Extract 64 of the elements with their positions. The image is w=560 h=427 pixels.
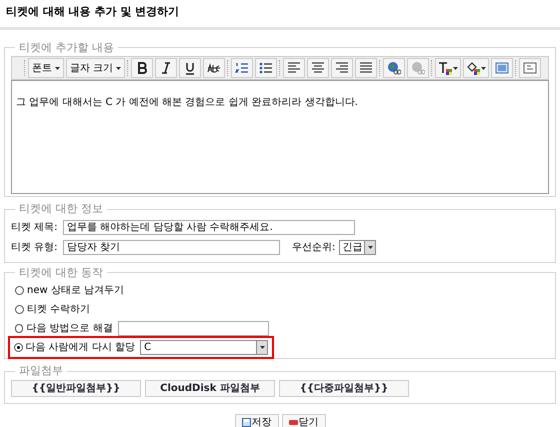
radio-button[interactable]: [15, 324, 24, 333]
toolbar-button[interactable]: [307, 58, 330, 78]
text-color-icon: [438, 61, 452, 75]
assignee-select[interactable]: C: [140, 340, 268, 355]
option-label: 티켓 수락하기: [27, 303, 90, 317]
section-legend: 파일첨부: [15, 363, 67, 380]
attach-button[interactable]: {{일반파일첨부}}: [11, 380, 141, 396]
toolbar-button[interactable]: [131, 58, 154, 78]
numbered-list-icon: [235, 61, 250, 75]
editor-body[interactable]: 그 업무에 대해서는 C 가 예전에 해본 경험으로 쉽게 완료하리라 생각합니다.: [11, 80, 549, 194]
caret-icon: [116, 66, 122, 70]
toolbar-button[interactable]: [179, 58, 202, 78]
radio-button[interactable]: [15, 286, 24, 295]
toolbar-button[interactable]: [331, 58, 354, 78]
source-icon: [523, 61, 538, 75]
radio-button[interactable]: [14, 343, 23, 352]
section-legend: 티켓에 대한 정보: [15, 201, 107, 218]
caret-icon: [481, 66, 486, 70]
radio-button[interactable]: [15, 305, 24, 314]
caret-icon: [368, 246, 373, 249]
resolution-input[interactable]: [118, 321, 269, 336]
toolbar-button[interactable]: [255, 58, 278, 78]
image-icon: [495, 61, 510, 75]
option-label: new 상태로 남겨두기: [27, 284, 124, 298]
option-label: 다음 방법으로 해결: [26, 322, 113, 336]
align-right-icon: [335, 61, 350, 75]
title-input[interactable]: 업무를 해야하는데 담당할 사람 수락해주세요.: [63, 220, 355, 235]
section-legend: 티켓에 대한 동작: [15, 264, 107, 281]
priority-select[interactable]: 긴급: [339, 240, 376, 255]
toolbar-button[interactable]: [435, 58, 462, 78]
close-button[interactable]: 닫기: [282, 414, 326, 427]
globe-unlink-icon: [411, 61, 426, 75]
option-label: 다음 사람에게 다시 할당: [26, 341, 136, 355]
attach-button[interactable]: {{다중파일첨부}}: [279, 380, 409, 396]
section-legend: 티켓에 추가할 내용: [15, 40, 118, 56]
title-label: 티켓 제목:: [11, 221, 59, 235]
caret-icon: [453, 66, 458, 70]
toolbar-dropdown[interactable]: 폰트: [28, 58, 64, 78]
globe-link-icon: [387, 61, 402, 75]
type-label: 티켓 유형:: [11, 241, 59, 255]
toolbar-button[interactable]: [383, 58, 406, 78]
toolbar-button[interactable]: [283, 58, 306, 78]
toolbar-button[interactable]: [463, 58, 490, 78]
toolbar-button[interactable]: [155, 58, 178, 78]
align-center-icon: [311, 61, 326, 75]
align-left-icon: [287, 61, 302, 75]
priority-label: 우선순위:: [292, 241, 336, 255]
fill-color-icon: [466, 61, 480, 75]
caret-icon: [55, 66, 60, 70]
bullet-list-icon: [259, 61, 274, 75]
bold-icon: [135, 61, 150, 75]
toolbar-button[interactable]: [231, 58, 254, 78]
toolbar-button[interactable]: [355, 58, 378, 78]
strikethrough-icon: [207, 61, 222, 75]
toolbar-button[interactable]: [203, 58, 226, 78]
caret-icon: [260, 346, 264, 349]
type-input[interactable]: 담당자 찾기: [63, 240, 280, 255]
save-button[interactable]: 저장: [234, 414, 278, 427]
page-title: 티켓에 대해 내용 추가 및 변경하기: [6, 4, 180, 20]
minus-icon: [288, 420, 298, 424]
toolbar-dropdown[interactable]: 글자 크기: [66, 58, 126, 78]
attach-button[interactable]: CloudDisk 파일첨부: [145, 380, 275, 396]
save-icon: [242, 418, 250, 426]
justify-icon: [359, 61, 374, 75]
